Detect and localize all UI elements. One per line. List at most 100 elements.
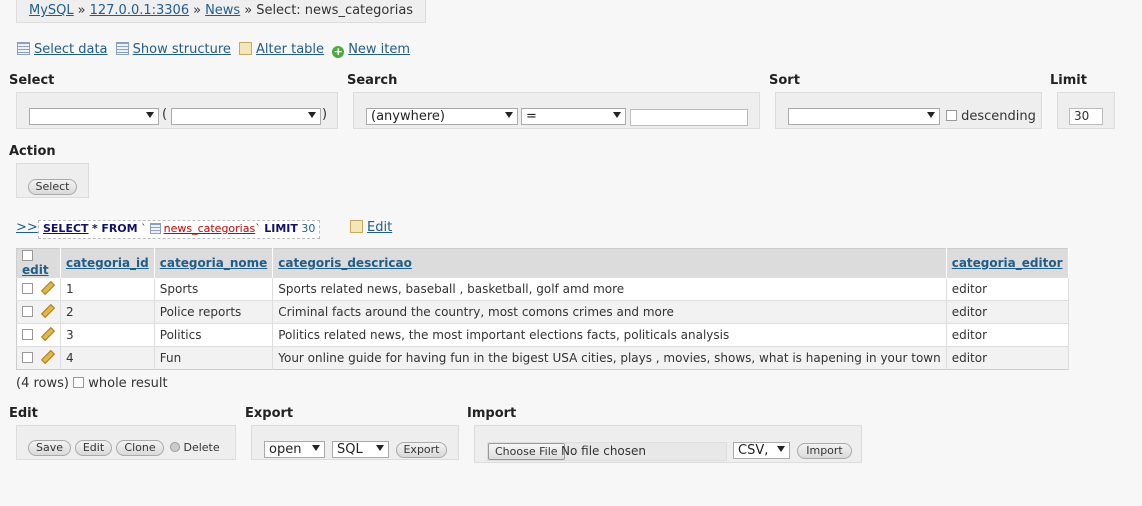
export-target-dropdown[interactable]: open [264, 441, 325, 458]
table-row: 2 Police reports Criminal facts around t… [16, 300, 1069, 324]
breadcrumb-current: Select: news_categorias [256, 3, 414, 18]
table-cell: Politics [154, 323, 274, 347]
sort-column-dropdown[interactable] [788, 108, 940, 125]
descending-checkbox[interactable] [946, 110, 957, 121]
new-item-label[interactable]: New item [348, 42, 410, 57]
limit-input[interactable]: 30 [1069, 108, 1103, 125]
table-row: 1 Sports Sports related news, baseball ,… [16, 277, 1069, 301]
chevron-down-icon [312, 445, 320, 451]
pencil-icon[interactable] [40, 280, 56, 296]
export-format-dropdown[interactable]: SQL [332, 441, 389, 458]
descending-option[interactable]: descending [946, 109, 1036, 124]
descending-label: descending [961, 109, 1036, 124]
breadcrumb-db-link[interactable]: News [205, 3, 240, 18]
row-checkbox[interactable] [22, 352, 33, 363]
edit-header-link[interactable]: edit [22, 263, 49, 277]
chevron-down-icon [777, 446, 785, 452]
sql-toggle-link[interactable]: >> [16, 220, 38, 235]
import-button[interactable]: Import [797, 443, 852, 459]
table-cell: 2 [60, 300, 155, 324]
search-column-value: (anywhere) [371, 109, 445, 124]
import-label: Import [467, 406, 517, 421]
sql-table-link[interactable]: news_categorias [164, 222, 256, 235]
breadcrumb-separator: » [193, 3, 202, 18]
limit-fieldset: 30 [1057, 92, 1115, 129]
table-row: 3 Politics Politics related news, the mo… [16, 323, 1069, 347]
chevron-down-icon [308, 112, 316, 118]
select-all-header: edit [16, 248, 61, 278]
whole-result-checkbox[interactable] [73, 377, 85, 388]
table-actions: Select data Show structure Alter table +… [17, 42, 414, 58]
select-button[interactable]: Select [28, 179, 77, 195]
select-data-link[interactable]: Select data [17, 42, 108, 57]
table-row: 4 Fun Your online guide for having fun i… [16, 346, 1069, 370]
save-button[interactable]: Save [28, 440, 71, 456]
breadcrumb-separator: » [77, 3, 86, 18]
export-button[interactable]: Export [396, 442, 447, 458]
select-all-checkbox[interactable] [22, 250, 33, 261]
column-header: categoria_nome [154, 248, 274, 278]
table-cell: Criminal facts around the country, most … [272, 300, 947, 324]
show-structure-label[interactable]: Show structure [133, 42, 231, 57]
row-checkbox[interactable] [22, 283, 33, 294]
pencil-icon[interactable] [40, 349, 56, 365]
sql-select-keyword[interactable]: SELECT [43, 222, 89, 235]
choose-file-button[interactable]: Choose File [488, 443, 565, 460]
sql-backtick: ` [255, 222, 261, 235]
row-checkbox[interactable] [22, 306, 33, 317]
row-controls [16, 323, 61, 347]
whole-result-option[interactable]: whole result [73, 376, 168, 391]
search-column-dropdown[interactable]: (anywhere) [366, 108, 518, 125]
edit-button[interactable]: Edit [75, 440, 112, 456]
column-header-link[interactable]: categoris_descricao [278, 256, 412, 270]
select-data-label[interactable]: Select data [34, 42, 108, 57]
sql-query: SELECT * FROM ` news_categorias` LIMIT 30 [38, 220, 321, 239]
sql-limit-value: 30 [301, 222, 316, 235]
import-format-value: CSV, [738, 443, 769, 458]
whole-result-label: whole result [88, 376, 168, 391]
breadcrumb-server-link[interactable]: MySQL [29, 3, 74, 18]
export-label: Export [245, 406, 294, 421]
structure-icon [115, 42, 129, 55]
sql-edit-label[interactable]: Edit [367, 220, 392, 235]
table-cell: Politics related news, the most importan… [272, 323, 947, 347]
table-cell: editor [946, 300, 1069, 324]
breadcrumb-host-link[interactable]: 127.0.0.1:3306 [90, 3, 190, 18]
edit-query-icon [350, 220, 363, 233]
chevron-down-icon [505, 112, 513, 118]
import-format-dropdown[interactable]: CSV, [733, 442, 790, 459]
select-function-dropdown[interactable] [29, 108, 159, 125]
new-item-link[interactable]: + New item [332, 42, 410, 58]
row-controls [16, 346, 61, 370]
show-structure-link[interactable]: Show structure [115, 42, 231, 57]
table-cell: 3 [60, 323, 155, 347]
alter-table-link[interactable]: Alter table [239, 42, 324, 57]
delete-button[interactable]: Delete [170, 441, 220, 454]
table-cell: Sports [154, 277, 274, 301]
sql-edit-link[interactable]: Edit [350, 220, 392, 235]
row-checkbox[interactable] [22, 329, 33, 340]
delete-label: Delete [183, 441, 220, 454]
search-value-input[interactable] [630, 109, 748, 126]
sql-star: * [92, 222, 98, 235]
sort-label: Sort [769, 73, 800, 88]
plus-icon: + [332, 45, 345, 58]
table-cell: Fun [154, 346, 274, 370]
row-controls [16, 277, 61, 301]
clone-button[interactable]: Clone [116, 440, 164, 456]
close-paren: ) [322, 107, 328, 122]
breadcrumb-separator: » [244, 3, 253, 18]
pencil-icon[interactable] [40, 326, 56, 342]
search-operator-dropdown[interactable]: = [521, 108, 626, 125]
column-header-link[interactable]: categoria_editor [952, 256, 1063, 270]
table-cell: Police reports [154, 300, 274, 324]
pencil-icon[interactable] [40, 303, 56, 319]
file-input[interactable]: Choose File No file chosen [487, 442, 727, 461]
action-label: Action [9, 144, 56, 159]
column-header-link[interactable]: categoria_nome [160, 256, 267, 270]
alter-table-label[interactable]: Alter table [256, 42, 324, 57]
table-icon [149, 223, 161, 234]
select-column-dropdown[interactable] [171, 108, 321, 125]
column-header-link[interactable]: categoria_id [66, 256, 149, 270]
no-file-label: No file chosen [561, 444, 647, 458]
